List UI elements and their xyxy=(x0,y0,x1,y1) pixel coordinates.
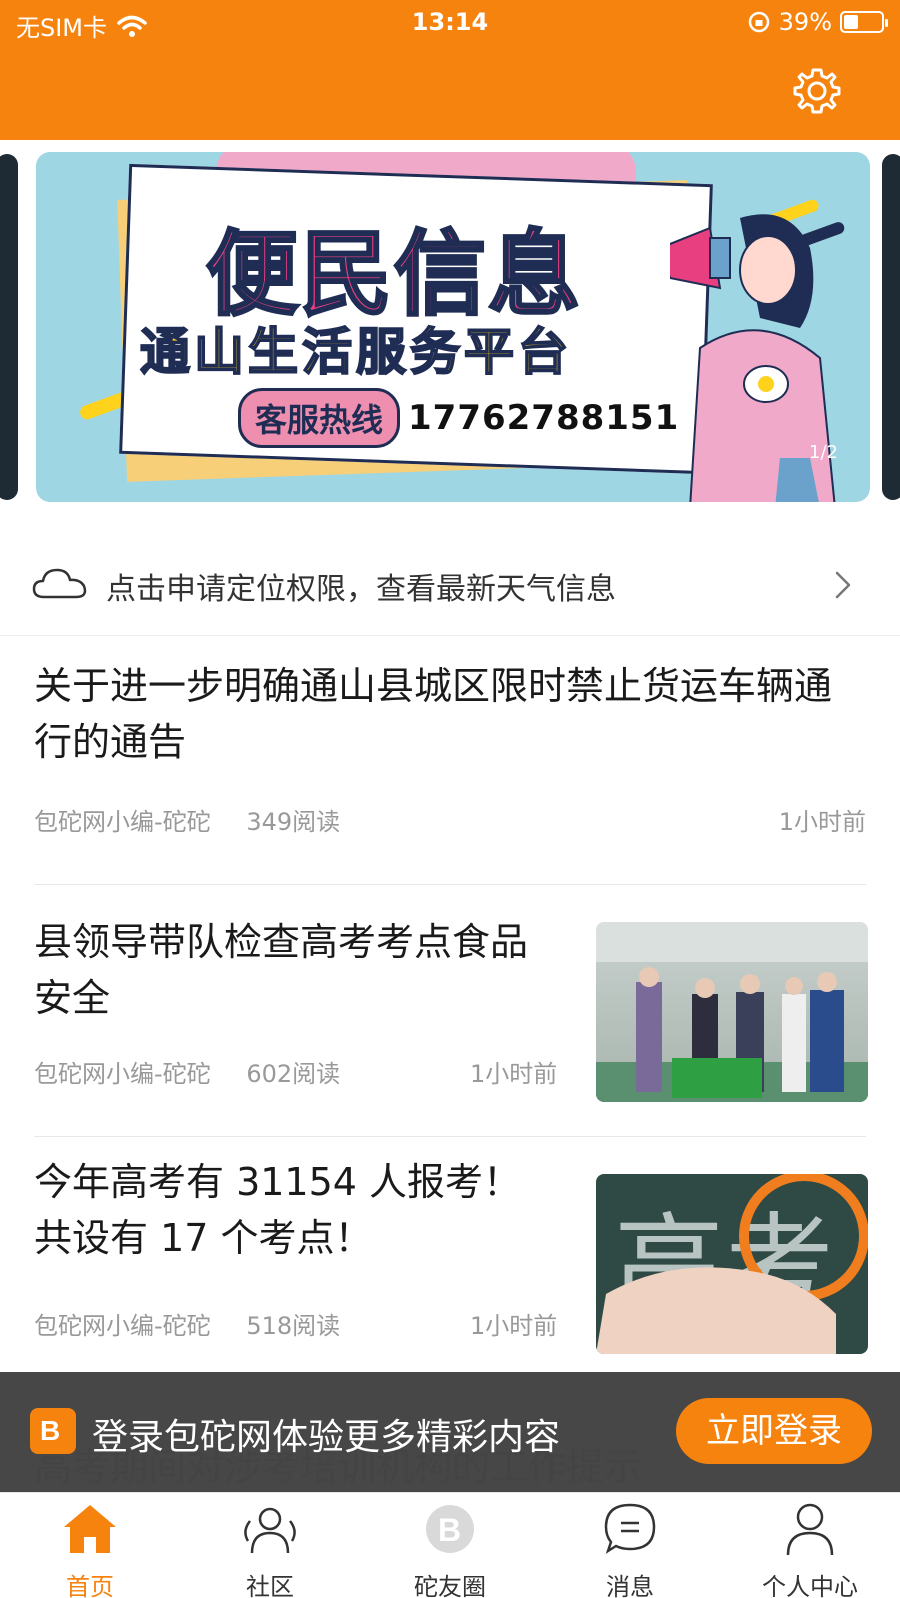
tab-bar: 首页 社区 B 砣友圈 消息 个人中心 xyxy=(0,1492,900,1598)
app-logo: B xyxy=(30,1408,76,1454)
community-icon xyxy=(244,1507,296,1554)
status-bar: 无SIM卡 13:14 39% xyxy=(0,0,900,48)
tab-profile[interactable]: 个人中心 xyxy=(720,1501,900,1598)
orientation-lock-icon xyxy=(748,11,769,33)
banner-slide[interactable]: 便民信息 通山生活服务平台 客服热线 17762788151 1/2 xyxy=(36,152,870,502)
battery-percent: 39% xyxy=(778,8,832,36)
chevron-right-icon xyxy=(835,571,851,599)
news-meta: 包砣网小编-砣砣 518阅读 xyxy=(34,1306,368,1341)
tab-label: 个人中心 xyxy=(762,1573,858,1598)
svg-text:B: B xyxy=(438,1512,461,1548)
news-time: 1小时前 xyxy=(778,808,866,836)
tab-label: 消息 xyxy=(606,1573,654,1598)
news-thumbnail: 高考 xyxy=(596,1174,868,1354)
news-author: 包砣网小编-砣砣 xyxy=(34,808,211,836)
news-title: 关于进一步明确通山县城区限时禁止货运车辆通行的通告 xyxy=(34,664,833,764)
divider xyxy=(34,884,866,885)
tab-community[interactable]: 社区 xyxy=(180,1501,360,1598)
banner-page-indicator: 1/2 xyxy=(809,442,838,463)
svg-text:B: B xyxy=(40,1415,60,1446)
banner-next-peek xyxy=(882,154,900,500)
news-time: 1小时前 xyxy=(470,1312,558,1340)
app-logo-icon: B xyxy=(40,1415,60,1446)
inspection-photo xyxy=(596,922,868,1102)
news-title: 今年高考有 31154 人报考！共设有 17 个考点！ xyxy=(34,1160,522,1260)
tab-home[interactable]: 首页 xyxy=(0,1501,180,1598)
banner-hotline: 客服热线 17762788151 xyxy=(238,388,679,448)
banner-subtitle: 通山生活服务平台 xyxy=(139,322,572,382)
tab-label: 首页 xyxy=(66,1573,114,1598)
login-message: 登录包砣网体验更多精彩内容 xyxy=(92,1417,561,1458)
login-button[interactable]: 立即登录 xyxy=(676,1398,872,1464)
user-icon xyxy=(786,1503,834,1556)
news-title: 县领导带队检查高考考点食品安全 xyxy=(34,920,529,1020)
news-item[interactable]: 县领导带队检查高考考点食品安全 包砣网小编-砣砣 602阅读 1小时前 xyxy=(0,886,900,1138)
news-author: 包砣网小编-砣砣 xyxy=(34,1060,211,1088)
battery-icon xyxy=(840,11,888,33)
tab-label: 砣友圈 xyxy=(414,1573,486,1598)
status-right: 39% xyxy=(747,8,888,36)
tab-messages[interactable]: 消息 xyxy=(540,1501,720,1598)
message-icon xyxy=(604,1503,656,1554)
news-thumbnail xyxy=(596,922,868,1102)
news-author: 包砣网小编-砣砣 xyxy=(34,1312,211,1340)
banner-carousel[interactable]: 便民信息 通山生活服务平台 客服热线 17762788151 1/2 xyxy=(0,140,900,520)
tab-label: 社区 xyxy=(246,1573,294,1598)
cloud-icon xyxy=(32,568,87,599)
news-meta: 包砣网小编-砣砣 349阅读 xyxy=(34,802,368,837)
news-time: 1小时前 xyxy=(470,1060,558,1088)
gaokao-photo xyxy=(596,1174,868,1354)
top-bar: 无SIM卡 13:14 39% xyxy=(0,0,900,140)
news-item[interactable]: 今年高考有 31154 人报考！共设有 17 个考点！ 包砣网小编-砣砣 518… xyxy=(0,1138,900,1372)
news-item[interactable]: 关于进一步明确通山县城区限时禁止货运车辆通行的通告 包砣网小编-砣砣 349阅读… xyxy=(0,636,900,886)
news-reads: 349阅读 xyxy=(246,808,341,836)
home-icon xyxy=(64,1505,116,1553)
news-reads: 518阅读 xyxy=(246,1312,341,1340)
banner-prev-peek xyxy=(0,154,18,500)
gear-icon[interactable] xyxy=(792,66,842,116)
news-meta: 包砣网小编-砣砣 602阅读 xyxy=(34,1054,368,1089)
login-prompt-bar: 高考期间对涉考培训机构的工作提示 B 登录包砣网体验更多精彩内容 立即登录 xyxy=(0,1372,900,1492)
weather-prompt[interactable]: 点击申请定位权限，查看最新天气信息 xyxy=(0,536,900,636)
divider xyxy=(34,1136,866,1137)
hotline-label: 客服热线 xyxy=(238,388,401,448)
hotline-number: 17762788151 xyxy=(408,398,680,438)
moments-icon: B xyxy=(426,1505,474,1553)
weather-text: 点击申请定位权限，查看最新天气信息 xyxy=(106,572,616,607)
battery-fill xyxy=(844,15,858,29)
tab-moments[interactable]: B 砣友圈 xyxy=(360,1501,540,1598)
news-reads: 602阅读 xyxy=(246,1060,341,1088)
